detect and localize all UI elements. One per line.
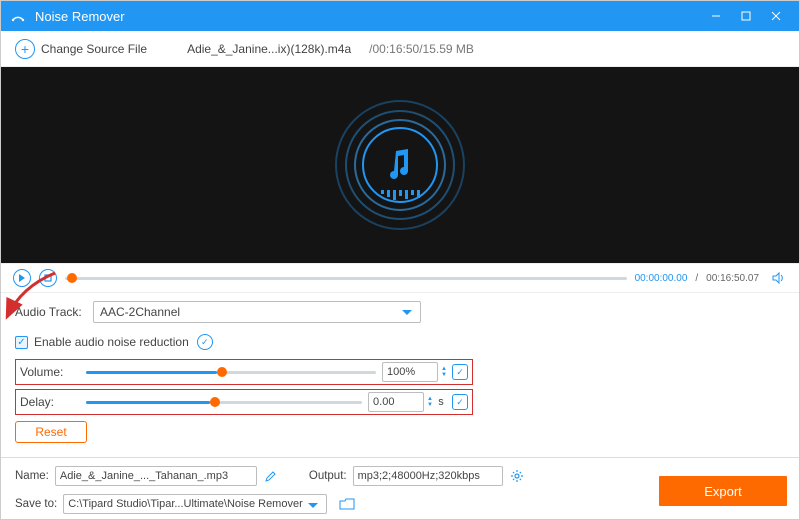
delay-stepper[interactable]: ▲▼ — [426, 396, 434, 408]
app-logo-icon — [9, 7, 27, 25]
volume-slider[interactable] — [86, 371, 376, 374]
noise-apply-icon[interactable]: ✓ — [197, 334, 213, 350]
audio-preview — [1, 67, 799, 263]
saveto-label: Save to: — [15, 498, 57, 510]
seek-thumb[interactable] — [67, 273, 77, 283]
time-total: 00:16:50.07 — [706, 273, 759, 284]
change-source-label: Change Source File — [41, 42, 147, 56]
delay-label: Delay: — [20, 395, 80, 409]
plus-icon: + — [15, 39, 35, 59]
volume-stepper[interactable]: ▲▼ — [440, 366, 448, 378]
minimize-button[interactable] — [701, 1, 731, 31]
visualizer-rings — [335, 100, 465, 230]
delay-unit: s — [434, 396, 448, 408]
audio-track-select[interactable]: AAC-2Channel — [93, 301, 421, 323]
open-folder-icon[interactable] — [339, 496, 355, 512]
time-current: 00:00:00.00 — [635, 273, 688, 284]
delay-apply-icon[interactable]: ✓ — [452, 394, 468, 410]
enable-noise-checkbox[interactable]: ✓ — [15, 336, 28, 349]
source-file-info: /00:16:50/15.59 MB — [369, 42, 474, 56]
name-label: Name: — [15, 470, 49, 482]
music-note-icon — [386, 147, 414, 183]
change-source-file-button[interactable]: + Change Source File — [15, 39, 147, 59]
audio-track-label: Audio Track: — [15, 305, 93, 319]
titlebar: Noise Remover — [1, 1, 799, 31]
output-label: Output: — [309, 470, 347, 482]
enable-noise-label: Enable audio noise reduction — [34, 335, 189, 349]
export-button[interactable]: Export — [659, 476, 787, 506]
saveto-select[interactable]: C:\Tipard Studio\Tipar...Ultimate\Noise … — [63, 494, 327, 514]
seek-slider[interactable] — [65, 277, 627, 280]
output-panel: Name: Adie_&_Janine_..._Tahanan_.mp3 Out… — [1, 457, 799, 519]
volume-icon[interactable] — [771, 270, 787, 286]
volume-thumb[interactable] — [217, 367, 227, 377]
source-filename: Adie_&_Janine...ix)(128k).m4a — [187, 42, 351, 56]
playback-bar: 00:00:00.00/00:16:50.07 — [1, 263, 799, 293]
volume-row: Volume: 100% ▲▼ ✓ — [15, 359, 473, 385]
stop-button[interactable] — [39, 269, 57, 287]
file-toolbar: + Change Source File Adie_&_Janine...ix)… — [1, 31, 799, 67]
output-format-field[interactable]: mp3;2;48000Hz;320kbps — [353, 466, 503, 486]
output-name-field[interactable]: Adie_&_Janine_..._Tahanan_.mp3 — [55, 466, 257, 486]
close-button[interactable] — [761, 1, 791, 31]
edit-name-icon[interactable] — [263, 468, 279, 484]
delay-row: Delay: 0.00 ▲▼ s ✓ — [15, 389, 473, 415]
output-settings-icon[interactable] — [509, 468, 525, 484]
maximize-button[interactable] — [731, 1, 761, 31]
equalizer-icon — [381, 190, 420, 200]
play-button[interactable] — [13, 269, 31, 287]
audio-controls: Audio Track: AAC-2Channel ✓ Enable audio… — [1, 293, 799, 443]
delay-input[interactable]: 0.00 — [368, 392, 424, 412]
reset-button[interactable]: Reset — [15, 421, 87, 443]
audio-track-value: AAC-2Channel — [100, 305, 180, 319]
window-title: Noise Remover — [35, 9, 125, 24]
delay-slider[interactable] — [86, 401, 362, 404]
volume-input[interactable]: 100% — [382, 362, 438, 382]
volume-apply-icon[interactable]: ✓ — [452, 364, 468, 380]
volume-label: Volume: — [20, 365, 80, 379]
delay-thumb[interactable] — [210, 397, 220, 407]
